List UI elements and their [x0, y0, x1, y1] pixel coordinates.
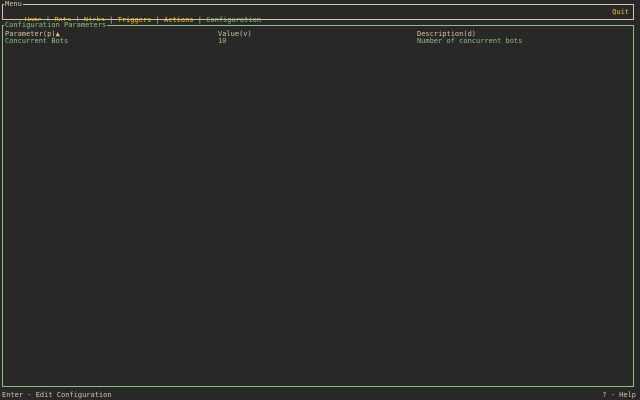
menu-title: Menu [4, 0, 23, 8]
menu-bar: Menu Home | Bots | Nicks | Triggers | Ac… [2, 0, 634, 24]
cell-description: Number of concurrent bots [417, 37, 523, 45]
panel-title: Configuration Parameters [4, 21, 108, 29]
cell-value: 10 [218, 37, 227, 45]
quit-button[interactable]: Quit [612, 8, 629, 16]
menu-item-actions[interactable]: Actions [164, 16, 194, 24]
help-hint: ? - Help [602, 391, 636, 399]
status-hint: Enter - Edit Configuration [2, 391, 112, 399]
menu-separator: | [151, 16, 164, 24]
menu-item-configuration[interactable]: Configuration [206, 16, 261, 24]
cell-parameter: Concurrent Bots [5, 37, 69, 45]
menu-separator: | [193, 16, 207, 24]
menu-item-triggers[interactable]: Triggers [118, 16, 152, 24]
configuration-panel: Configuration Parameters Parameter(p)▲ V… [2, 21, 634, 387]
